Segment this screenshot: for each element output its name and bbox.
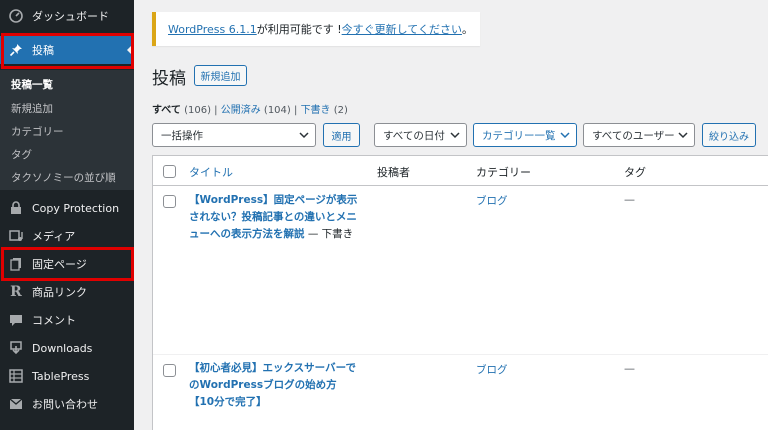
bulk-action-select[interactable]: 一括操作 xyxy=(152,123,316,147)
posts-submenu: 投稿一覧 新規追加 カテゴリー タグ タクソノミーの並び順 xyxy=(0,70,134,190)
dashboard-icon xyxy=(8,8,24,24)
submenu-tags[interactable]: タグ xyxy=(11,147,32,162)
category-filter-value: カテゴリー一覧 xyxy=(482,129,556,142)
menu-tablepress-label: TablePress xyxy=(32,369,90,383)
chevron-down-icon xyxy=(450,132,460,139)
column-tag: タグ xyxy=(624,166,646,179)
user-filter-value: すべてのユーザー xyxy=(592,129,675,142)
bulk-action-value: 一括操作 xyxy=(161,129,203,142)
row-checkbox[interactable] xyxy=(163,364,176,377)
date-filter-select[interactable]: すべての日付 xyxy=(374,123,467,147)
menu-dashboard-label: ダッシュボード xyxy=(32,10,109,23)
comment-icon xyxy=(8,312,24,328)
user-filter-select[interactable]: すべてのユーザー xyxy=(583,123,695,147)
download-icon xyxy=(8,340,24,356)
r-logo-icon: R xyxy=(10,284,22,300)
menu-media[interactable]: メディア xyxy=(0,222,134,250)
view-separator: | xyxy=(294,105,298,116)
apply-button[interactable]: 適用 xyxy=(323,123,360,147)
wordpress-version-link[interactable]: WordPress 6.1.1 xyxy=(168,23,257,36)
lock-icon xyxy=(8,200,24,216)
post-status-views: すべて (106) | 公開済み (104) | 下書き (2) xyxy=(152,101,348,116)
view-all-count: (106) xyxy=(184,105,211,116)
post-state: — 下書き xyxy=(304,228,354,240)
highlight-posts xyxy=(1,33,134,69)
highlight-pages xyxy=(1,247,134,281)
row-divider xyxy=(153,354,768,355)
category-link[interactable]: ブログ xyxy=(476,362,508,377)
menu-dashboard[interactable]: ダッシュボード xyxy=(0,2,134,30)
view-published[interactable]: 公開済み xyxy=(221,105,261,116)
chevron-down-icon xyxy=(678,132,688,139)
submenu-taxonomy-order[interactable]: タクソノミーの並び順 xyxy=(11,170,116,185)
menu-downloads[interactable]: Downloads xyxy=(0,334,134,362)
row-checkbox[interactable] xyxy=(163,195,176,208)
table-icon xyxy=(8,368,24,384)
notice-text: が利用可能です ! xyxy=(256,23,342,36)
menu-comments-label: コメント xyxy=(32,314,76,327)
view-separator: | xyxy=(214,105,218,116)
menu-media-label: メディア xyxy=(32,230,76,243)
post-title-link[interactable]: 【初心者必見】エックスサーバーでのWordPressブログの始め方【10分で完了… xyxy=(189,360,361,411)
category-link[interactable]: ブログ xyxy=(476,193,508,208)
submenu-categories[interactable]: カテゴリー xyxy=(11,124,64,139)
submenu-all-posts[interactable]: 投稿一覧 xyxy=(11,77,53,92)
column-title[interactable]: タイトル xyxy=(189,164,233,180)
table-header: タイトル 投稿者 カテゴリー タグ xyxy=(153,156,768,186)
menu-product-links-label: 商品リンク xyxy=(32,286,87,299)
update-now-link[interactable]: 今すぐ更新してください xyxy=(342,21,462,37)
column-category: カテゴリー xyxy=(476,166,531,179)
chevron-down-icon xyxy=(299,132,309,139)
view-all[interactable]: すべて xyxy=(152,105,181,116)
add-new-button[interactable]: 新規追加 xyxy=(194,65,247,86)
menu-downloads-label: Downloads xyxy=(32,341,93,355)
select-all-checkbox[interactable] xyxy=(163,165,176,178)
posts-table: タイトル 投稿者 カテゴリー タグ 【WordPress】固定ページが表示されな… xyxy=(152,155,768,430)
menu-contact-label: お問い合わせ xyxy=(32,398,98,411)
category-filter-select[interactable]: カテゴリー一覧 xyxy=(473,123,577,147)
mail-icon xyxy=(8,396,24,412)
tag-empty: — xyxy=(624,362,635,375)
filter-button[interactable]: 絞り込み xyxy=(702,123,756,147)
page-title: 投稿 xyxy=(152,69,186,89)
media-icon xyxy=(8,228,24,244)
submenu-add-new[interactable]: 新規追加 xyxy=(11,101,53,116)
menu-copy-protection-label: Copy Protection xyxy=(32,201,120,215)
update-notice: WordPress 6.1.1 が利用可能です ! 今すぐ更新してください 。 xyxy=(152,12,480,46)
menu-tablepress[interactable]: TablePress xyxy=(0,362,134,390)
menu-comments[interactable]: コメント xyxy=(0,306,134,334)
menu-copy-protection[interactable]: Copy Protection xyxy=(0,194,134,222)
post-title-link[interactable]: 【WordPress】固定ページが表示されない？投稿記事との違いとメニューへの表… xyxy=(189,192,361,243)
tag-empty: — xyxy=(624,193,635,206)
view-published-count: (104) xyxy=(263,105,291,116)
view-drafts-count: (2) xyxy=(333,105,348,116)
menu-product-links[interactable]: R 商品リンク xyxy=(0,278,134,306)
menu-contact[interactable]: お問い合わせ xyxy=(0,390,134,418)
view-drafts[interactable]: 下書き xyxy=(301,105,331,116)
column-author: 投稿者 xyxy=(377,166,410,179)
notice-end: 。 xyxy=(461,23,473,36)
chevron-down-icon xyxy=(560,132,570,139)
post-title-text[interactable]: 【初心者必見】エックスサーバーでのWordPressブログの始め方【10分で完了… xyxy=(189,362,356,408)
date-filter-value: すべての日付 xyxy=(383,129,445,142)
